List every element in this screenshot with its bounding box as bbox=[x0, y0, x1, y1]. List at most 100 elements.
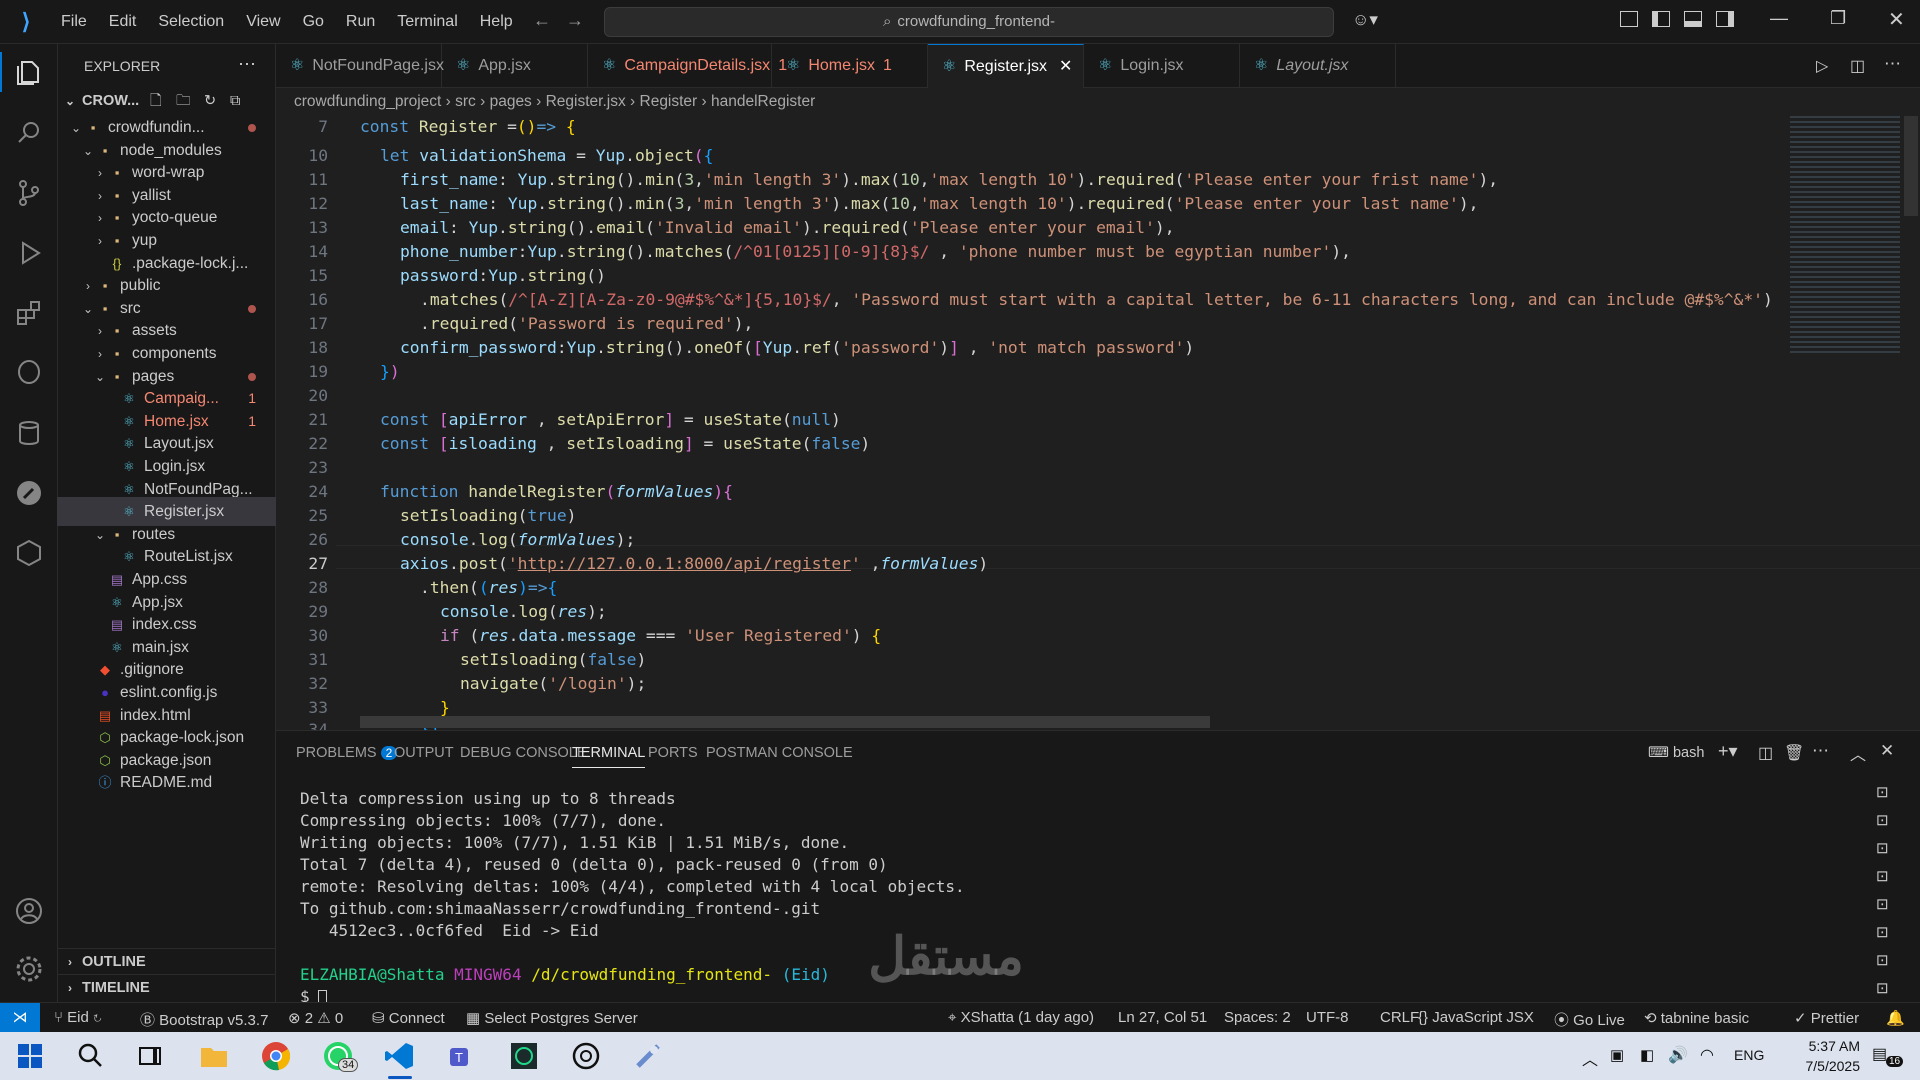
terminal-instance-icon[interactable]: ⊡ bbox=[1876, 951, 1889, 969]
menu-edit[interactable]: Edit bbox=[98, 13, 148, 31]
panel-tab-debug-console[interactable]: DEBUG CONSOLE bbox=[460, 745, 587, 761]
breadcrumb-item[interactable]: pages bbox=[490, 93, 532, 110]
database-icon[interactable] bbox=[14, 418, 44, 448]
wifi-icon[interactable]: ◠ bbox=[1700, 1045, 1714, 1065]
split-editor-icon[interactable]: ◫ bbox=[1850, 56, 1865, 76]
terminal-instance-icon[interactable]: ⊡ bbox=[1876, 979, 1889, 997]
split-terminal-icon[interactable]: ◫ bbox=[1758, 743, 1773, 763]
menu-file[interactable]: File bbox=[50, 13, 98, 31]
terminal-instance-icon[interactable]: ⊡ bbox=[1876, 811, 1889, 829]
task-view-icon[interactable] bbox=[134, 1040, 166, 1072]
toggle-panel-icon[interactable] bbox=[1684, 11, 1702, 27]
minimize-button[interactable]: — bbox=[1770, 8, 1788, 29]
meet-tray-icon[interactable]: ◧ bbox=[1640, 1046, 1654, 1064]
customize-layout-icon[interactable] bbox=[1620, 11, 1638, 27]
postgres-icon[interactable] bbox=[14, 358, 44, 388]
branch-indicator[interactable]: ⑂ Eid ↻ bbox=[54, 1009, 102, 1026]
postman-icon[interactable] bbox=[14, 478, 44, 508]
more-actions-icon[interactable]: ⋯ bbox=[238, 54, 256, 75]
chrome-icon[interactable] bbox=[260, 1040, 292, 1072]
close-icon[interactable]: ✕ bbox=[1059, 58, 1072, 75]
new-folder-icon[interactable]: 🗀 bbox=[176, 88, 191, 114]
breadcrumb-item[interactable]: crowdfunding_project bbox=[294, 93, 441, 110]
breadcrumb-item[interactable]: src bbox=[455, 93, 476, 110]
tray-chevron-icon[interactable]: ︿ bbox=[1582, 1046, 1598, 1070]
explorer-icon[interactable] bbox=[14, 58, 44, 88]
chatgpt-icon[interactable] bbox=[570, 1040, 602, 1072]
editor-tab[interactable]: ⚛ Layout.jsx bbox=[1240, 44, 1396, 88]
timeline-section[interactable]: › TIMELINE bbox=[58, 974, 276, 1000]
source-control-icon[interactable] bbox=[14, 178, 44, 208]
maximize-panel-icon[interactable]: ︿ bbox=[1850, 741, 1866, 765]
problems-indicator[interactable]: ⊗ 2 ⚠ 0 bbox=[288, 1009, 343, 1027]
docker-icon[interactable] bbox=[14, 538, 44, 568]
network-tray-icon[interactable]: ▣ bbox=[1610, 1046, 1624, 1064]
connect-indicator[interactable]: ⛁ Connect bbox=[372, 1009, 445, 1027]
file-explorer-icon[interactable] bbox=[198, 1040, 230, 1072]
line-ending[interactable]: CRLF bbox=[1380, 1009, 1419, 1026]
toggle-sidebar-icon[interactable] bbox=[1652, 11, 1670, 27]
gear-icon[interactable] bbox=[14, 954, 44, 984]
tabnine[interactable]: ⟲ tabnine basic bbox=[1644, 1009, 1749, 1027]
panel-tab-ports[interactable]: PORTS bbox=[648, 745, 698, 761]
search-icon[interactable] bbox=[14, 118, 44, 148]
terminal-instance-icon[interactable]: ⊡ bbox=[1876, 895, 1889, 913]
language-indicator[interactable]: ENG bbox=[1734, 1047, 1764, 1063]
teams-icon[interactable]: T bbox=[446, 1040, 478, 1072]
menu-run[interactable]: Run bbox=[335, 13, 386, 31]
breadcrumb-item[interactable]: Register bbox=[640, 93, 698, 110]
run-debug-icon[interactable] bbox=[14, 238, 44, 268]
app-icon[interactable] bbox=[632, 1040, 664, 1072]
indentation[interactable]: Spaces: 2 bbox=[1224, 1009, 1291, 1026]
terminal-instance-icon[interactable]: ⊡ bbox=[1876, 923, 1889, 941]
horizontal-scrollbar[interactable] bbox=[360, 716, 1210, 728]
postgres-indicator[interactable]: ▦ Select Postgres Server bbox=[466, 1009, 638, 1027]
windows-start-icon[interactable] bbox=[14, 1040, 46, 1072]
terminal-instance-icon[interactable]: ⊡ bbox=[1876, 867, 1889, 885]
go-live[interactable]: ⦿ Go Live bbox=[1554, 1009, 1625, 1030]
panel-tab-postman-console[interactable]: POSTMAN CONSOLE bbox=[706, 745, 853, 761]
menu-help[interactable]: Help bbox=[469, 13, 524, 31]
editor-tab[interactable]: ⚛ Login.jsx bbox=[1084, 44, 1240, 88]
bootstrap-indicator[interactable]: Ⓑ Bootstrap v5.3.7 bbox=[140, 1009, 268, 1030]
panel-more-icon[interactable]: ⋯ bbox=[1812, 741, 1829, 761]
vertical-scrollbar[interactable] bbox=[1904, 116, 1918, 216]
cursor-position[interactable]: Ln 27, Col 51 bbox=[1118, 1009, 1207, 1026]
account-icon[interactable] bbox=[14, 896, 44, 926]
terminal-shell[interactable]: ⌨ bash bbox=[1648, 745, 1704, 761]
volume-icon[interactable]: 🔊 bbox=[1668, 1045, 1688, 1065]
terminal-instance-icon[interactable]: ⊡ bbox=[1876, 783, 1889, 801]
prettier[interactable]: ✓ Prettier bbox=[1794, 1009, 1859, 1027]
collapse-all-icon[interactable]: ⧉ bbox=[230, 88, 240, 114]
copilot-icon[interactable]: ☺▾ bbox=[1352, 10, 1378, 30]
menu-go[interactable]: Go bbox=[292, 13, 335, 31]
language-mode[interactable]: {} JavaScript JSX bbox=[1418, 1009, 1534, 1026]
menu-view[interactable]: View bbox=[235, 13, 291, 31]
maximize-button[interactable]: ❐ bbox=[1830, 8, 1846, 29]
whatsapp-icon[interactable]: 34 bbox=[322, 1040, 359, 1072]
search-icon[interactable] bbox=[74, 1040, 106, 1072]
new-file-icon[interactable]: 🗋 bbox=[150, 88, 162, 114]
editor-tab[interactable]: ⚛ App.jsx bbox=[442, 44, 588, 88]
refresh-icon[interactable]: ↻ bbox=[204, 88, 216, 114]
git-blame[interactable]: ⌖ XShatta (1 day ago) bbox=[948, 1009, 1094, 1026]
menu-selection[interactable]: Selection bbox=[147, 13, 235, 31]
panel-tab-output[interactable]: OUTPUT bbox=[394, 745, 454, 761]
remote-indicator[interactable]: ⋊ bbox=[0, 1003, 40, 1032]
run-icon[interactable]: ▷ bbox=[1816, 56, 1828, 76]
trash-icon[interactable]: 🗑 bbox=[1784, 743, 1804, 763]
command-center-search[interactable]: ⌕ crowdfunding_frontend- bbox=[604, 7, 1334, 37]
back-arrow-icon[interactable]: ← bbox=[533, 10, 551, 31]
menu-terminal[interactable]: Terminal bbox=[386, 13, 468, 31]
breadcrumb-item[interactable]: handelRegister bbox=[711, 93, 815, 110]
jetbrains-icon[interactable] bbox=[508, 1040, 540, 1072]
terminal-instance-icon[interactable]: ⊡ bbox=[1876, 839, 1889, 857]
forward-arrow-icon[interactable]: → bbox=[566, 10, 584, 31]
toggle-secondary-sidebar-icon[interactable] bbox=[1716, 11, 1734, 27]
editor-more-icon[interactable]: ⋯ bbox=[1884, 54, 1901, 74]
encoding[interactable]: UTF-8 bbox=[1306, 1009, 1349, 1026]
new-terminal-icon[interactable]: +▾ bbox=[1718, 741, 1738, 762]
editor-tab[interactable]: ⚛ Home.jsx 1 bbox=[772, 44, 928, 88]
extensions-icon[interactable] bbox=[14, 298, 44, 328]
bell-icon[interactable]: 🔔 bbox=[1886, 1009, 1905, 1027]
